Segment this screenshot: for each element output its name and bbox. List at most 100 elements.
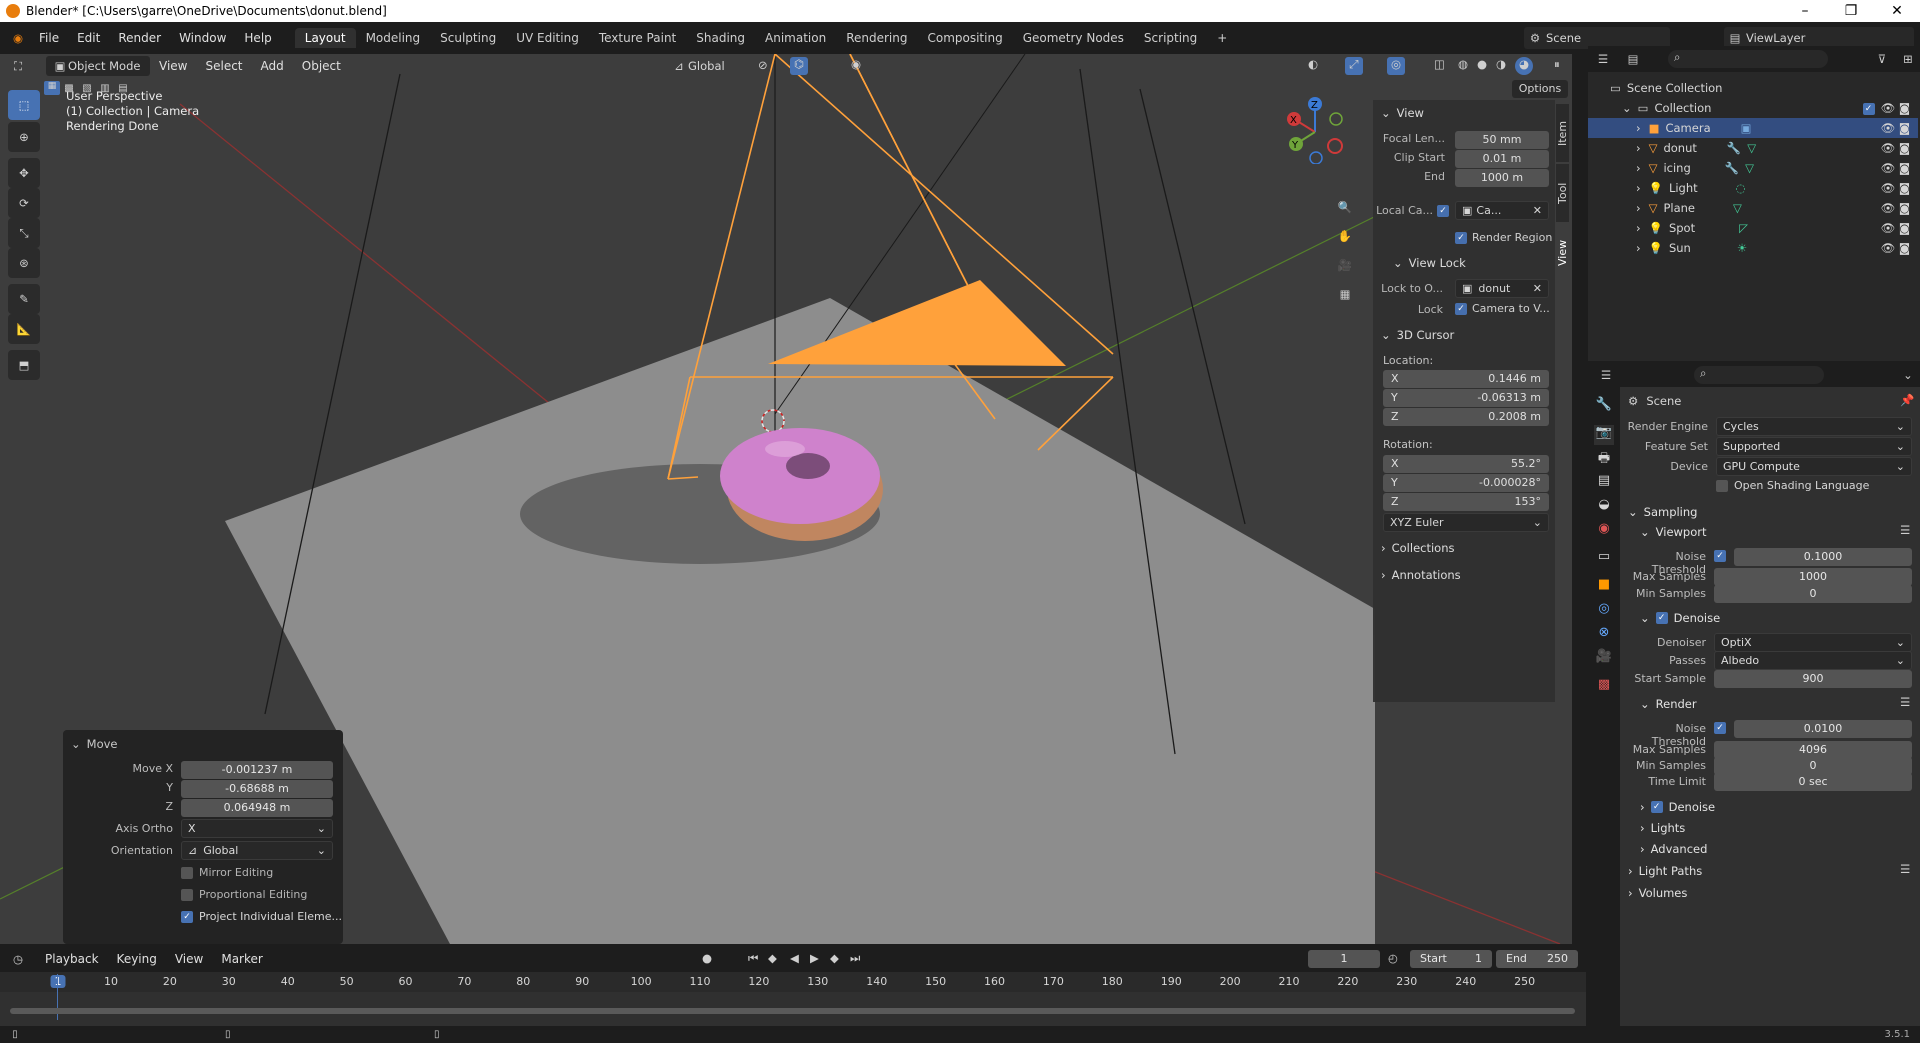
start-frame-field[interactable]: Start 1: [1410, 950, 1492, 968]
proportional-edit-icon[interactable]: ◉: [851, 57, 861, 71]
pause-render-icon[interactable]: ⏸: [1554, 57, 1560, 72]
pin-icon[interactable]: 📌: [1900, 393, 1914, 407]
osl-option[interactable]: Open Shading Language: [1716, 479, 1869, 492]
viewport-denoise-subheader[interactable]: ⌄ ✓ Denoise: [1640, 611, 1720, 625]
passes-dropdown[interactable]: Albedo ⌄: [1714, 651, 1912, 670]
close-button[interactable]: ✕: [1874, 0, 1920, 22]
navigation-gizmo[interactable]: Z X Y: [1280, 94, 1350, 164]
play-reverse-icon[interactable]: ◀: [790, 951, 799, 965]
viewport-noise-threshold-checkbox[interactable]: ✓: [1714, 550, 1726, 562]
3d-cursor-header[interactable]: ⌄ 3D Cursor: [1381, 328, 1454, 342]
move-y-field[interactable]: -0.68688 m: [181, 780, 333, 798]
properties-search-input[interactable]: ⌕: [1694, 366, 1824, 384]
tab-geometry-nodes[interactable]: Geometry Nodes: [1013, 28, 1134, 48]
advanced-subheader[interactable]: › Advanced: [1640, 842, 1707, 856]
timeline-ruler[interactable]: 1 10 20 30 40 50 60 70 80 90 100 110 120 130 140 150 160…: [0, 972, 1586, 992]
viewport-min-samples-field[interactable]: 0: [1714, 585, 1912, 603]
outliner-item-camera[interactable]: › ■ Camera ▣ 👁 ◙: [1588, 118, 1918, 138]
display-mode-icon[interactable]: ▤: [1618, 52, 1648, 66]
tool-tab-icon[interactable]: 🔧: [1594, 397, 1614, 417]
output-tab-icon[interactable]: 🖶: [1594, 449, 1614, 469]
tool-measure[interactable]: 📐: [8, 314, 40, 344]
snap-icon[interactable]: ⌬: [790, 57, 808, 75]
collections-header[interactable]: › Collections: [1381, 541, 1454, 555]
tab-tool[interactable]: Tool: [1556, 164, 1569, 222]
3d-viewport[interactable]: ⛶ ▣ Object Mode View Select Add Object ⊿…: [0, 54, 1572, 944]
maximize-button[interactable]: ❐: [1828, 0, 1874, 22]
play-icon[interactable]: ▶: [810, 951, 819, 965]
viewport-max-samples-field[interactable]: 1000: [1714, 568, 1912, 586]
cursor-location-x[interactable]: X 0.1446 m: [1383, 370, 1549, 388]
collection-row[interactable]: ⌄ ▭ Collection ✓ 👁 ◙: [1588, 98, 1918, 118]
orientation-dropdown[interactable]: ⊿ Global ⌄: [181, 841, 333, 860]
chevron-down-icon[interactable]: ⌄: [1896, 368, 1920, 382]
menu-file[interactable]: File: [30, 31, 68, 45]
scene-collection-row[interactable]: ▭ Scene Collection: [1588, 78, 1918, 98]
texture-tab-icon[interactable]: ▩: [1594, 677, 1614, 697]
lights-subheader[interactable]: › Lights: [1640, 821, 1685, 835]
pivot-icon[interactable]: ⊘: [758, 58, 768, 72]
view-lock-header[interactable]: ⌄ View Lock: [1393, 256, 1466, 270]
camera-view-icon[interactable]: 🎥: [1334, 254, 1356, 276]
outliner-search-input[interactable]: ⌕: [1668, 50, 1828, 68]
gizmo-toggle-icon[interactable]: ⤢: [1345, 57, 1363, 75]
render-denoise-subheader[interactable]: › ✓ Denoise: [1640, 800, 1715, 814]
tab-animation[interactable]: Animation: [755, 28, 836, 48]
zoom-icon[interactable]: 🔍: [1334, 196, 1356, 218]
filter-icon[interactable]: ⊽: [1868, 52, 1896, 66]
tab-view[interactable]: View: [1556, 224, 1569, 282]
overlay-toggle-icon[interactable]: ◎: [1387, 57, 1405, 75]
tool-transform[interactable]: ⊛: [8, 248, 40, 278]
move-panel-header[interactable]: ⌄ Move: [71, 737, 117, 751]
start-sample-field[interactable]: 900: [1714, 670, 1912, 688]
pan-hand-icon[interactable]: ✋: [1334, 225, 1356, 247]
outliner-item-icing[interactable]: › ▽ icing 🔧 ▽ 👁 ◙: [1588, 158, 1918, 178]
tool-scale[interactable]: ⤡: [8, 218, 40, 248]
select-new-icon[interactable]: ▦: [44, 81, 60, 95]
wireframe-shading-icon[interactable]: ◍: [1458, 57, 1468, 71]
timeline-menu-playback[interactable]: Playback: [36, 952, 108, 966]
cursor-location-z[interactable]: Z 0.2008 m: [1383, 408, 1549, 426]
add-workspace-button[interactable]: +: [1207, 28, 1237, 48]
cursor-rotation-y[interactable]: Y -0.000028°: [1383, 474, 1549, 492]
jump-end-icon[interactable]: ⏭: [850, 951, 860, 966]
device-dropdown[interactable]: GPU Compute ⌄: [1716, 457, 1912, 476]
viewport-menu-add[interactable]: Add: [252, 59, 293, 73]
tool-rotate[interactable]: ⟳: [8, 188, 40, 218]
tab-rendering[interactable]: Rendering: [836, 28, 917, 48]
local-camera-checkbox[interactable]: ✓: [1437, 205, 1449, 217]
axis-ortho-dropdown[interactable]: X ⌄: [181, 819, 333, 838]
menu-window[interactable]: Window: [170, 31, 235, 45]
viewport-menu-object[interactable]: Object: [293, 59, 350, 73]
minimize-button[interactable]: –: [1782, 0, 1828, 22]
jump-start-icon[interactable]: ⏮: [748, 951, 758, 966]
light-paths-header[interactable]: › Light Paths: [1628, 864, 1702, 878]
tab-uv-editing[interactable]: UV Editing: [506, 28, 589, 48]
world-tab-icon[interactable]: ◉: [1594, 521, 1614, 541]
clip-end-field[interactable]: 1000 m: [1455, 169, 1549, 187]
menu-render[interactable]: Render: [109, 31, 170, 45]
feature-set-dropdown[interactable]: Supported ⌄: [1716, 437, 1912, 456]
tab-shading[interactable]: Shading: [686, 28, 755, 48]
mode-dropdown[interactable]: ▣ Object Mode: [46, 56, 150, 76]
timeline-menu-marker[interactable]: Marker: [212, 952, 271, 966]
data-tab-icon[interactable]: 🎥: [1594, 649, 1614, 669]
render-subheader[interactable]: ⌄ Render: [1640, 697, 1697, 711]
denoiser-dropdown[interactable]: OptiX ⌄: [1714, 633, 1912, 652]
tab-item[interactable]: Item: [1556, 104, 1569, 162]
tab-compositing[interactable]: Compositing: [917, 28, 1012, 48]
xray-icon[interactable]: ◫: [1434, 57, 1445, 71]
outliner-item-donut[interactable]: › ▽ donut 🔧 ▽ 👁 ◙: [1588, 138, 1918, 158]
record-icon[interactable]: ●: [702, 951, 712, 965]
volumes-header[interactable]: › Volumes: [1628, 886, 1687, 900]
lock-to-object-field[interactable]: ▣ donut ✕: [1455, 279, 1549, 298]
render-engine-dropdown[interactable]: Cycles ⌄: [1716, 417, 1912, 436]
new-collection-icon[interactable]: ⊞: [1896, 52, 1920, 66]
visibility-icon[interactable]: ◐: [1308, 57, 1318, 71]
timeline-scrollbar[interactable]: [10, 1008, 1575, 1014]
cursor-location-y[interactable]: Y -0.06313 m: [1383, 389, 1549, 407]
presets-list-icon[interactable]: ☰: [1900, 523, 1910, 537]
tool-select-box[interactable]: ⬚: [8, 90, 40, 120]
tab-layout[interactable]: Layout: [294, 28, 356, 48]
object-tab-icon[interactable]: ■: [1594, 577, 1614, 597]
